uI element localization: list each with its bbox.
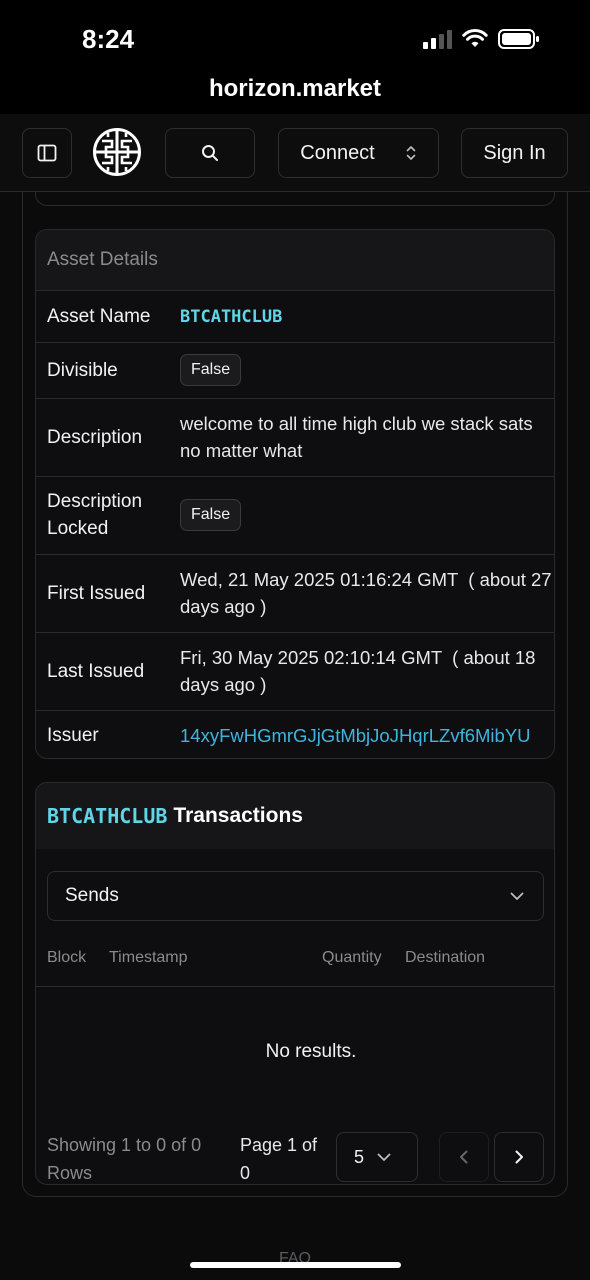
description-locked-label: Description Locked	[47, 491, 143, 539]
detail-row-description-locked: Description Locked False	[36, 476, 554, 554]
wifi-icon	[462, 29, 488, 47]
issuer-label: Issuer	[47, 725, 99, 746]
pagination-page-indicator: Page 1 of 0	[240, 1135, 318, 1183]
divisible-badge: False	[180, 354, 242, 386]
detail-row-last-issued: Last Issued Fri, 30 May 2025 02:10:14 GM…	[36, 632, 554, 710]
chevron-left-icon	[460, 1150, 468, 1164]
column-header-destination[interactable]: Destination	[405, 949, 485, 967]
column-header-timestamp[interactable]: Timestamp	[109, 949, 188, 967]
search-icon	[202, 145, 218, 161]
description-label: Description	[47, 427, 143, 448]
transaction-type-value: Sends	[65, 885, 119, 906]
detail-row-divisible: Divisible False	[36, 342, 554, 398]
page-size-select[interactable]: 5	[336, 1132, 418, 1182]
empty-table-message: No results.	[265, 1041, 357, 1062]
column-header-block[interactable]: Block	[47, 949, 86, 967]
description-locked-badge: False	[180, 499, 242, 531]
asset-details-title: Asset Details	[47, 249, 158, 270]
first-issued-value: Wed, 21 May 2025 01:16:24 GMT ( about 27…	[180, 569, 552, 617]
previous-card-edge	[35, 192, 555, 206]
site-header: Connect Sign In	[0, 114, 590, 192]
chevron-right-icon	[515, 1150, 523, 1164]
description-locked-value: False	[180, 499, 552, 531]
asset-details-card: Asset Details Asset Name BTCATHCLUB Divi…	[35, 229, 555, 759]
status-time: 8:24	[82, 24, 135, 54]
search-button[interactable]	[165, 128, 255, 178]
description-value: welcome to all time high club we stack s…	[180, 413, 533, 461]
divisible-value: False	[180, 354, 552, 386]
last-issued-label: Last Issued	[47, 661, 145, 682]
asset-name-label: Asset Name	[47, 306, 151, 327]
cellular-signal-icon	[423, 29, 452, 49]
column-header-quantity[interactable]: Quantity	[322, 949, 382, 967]
asset-name-value: BTCATHCLUB	[180, 307, 283, 327]
status-icons	[423, 28, 540, 50]
chevron-down-icon	[377, 1153, 391, 1161]
chevron-up-down-icon	[406, 146, 416, 160]
transactions-asset-name: BTCATHCLUB	[47, 804, 168, 828]
transactions-card: BTCATHCLUB Transactions Sends Block Time…	[35, 782, 555, 1185]
detail-row-asset-name: Asset Name BTCATHCLUB	[36, 290, 554, 342]
sidebar-icon	[37, 144, 57, 162]
divisible-label: Divisible	[47, 360, 118, 381]
transaction-type-select[interactable]: Sends	[47, 871, 544, 921]
transactions-header: BTCATHCLUB Transactions	[36, 783, 554, 849]
battery-icon	[498, 29, 539, 49]
connect-wallet-button[interactable]: Connect	[278, 128, 439, 178]
sign-in-label: Sign In	[483, 141, 546, 164]
last-issued-value: Fri, 30 May 2025 02:10:14 GMT ( about 18…	[180, 647, 541, 695]
detail-row-description: Description welcome to all time high clu…	[36, 398, 554, 476]
sign-in-button[interactable]: Sign In	[461, 128, 568, 178]
next-page-button[interactable]	[494, 1132, 544, 1182]
status-bar: 8:24	[0, 0, 590, 70]
first-issued-label: First Issued	[47, 583, 146, 604]
table-header-divider	[36, 986, 554, 987]
chevron-down-icon	[510, 892, 524, 900]
detail-row-first-issued: First Issued Wed, 21 May 2025 01:16:24 G…	[36, 554, 554, 632]
page-size-value: 5	[354, 1146, 365, 1167]
pagination-row-count: Showing 1 to 0 of 0 Rows	[47, 1135, 202, 1183]
connect-label: Connect	[300, 141, 375, 164]
sidebar-toggle-button[interactable]	[22, 128, 72, 178]
home-indicator[interactable]	[190, 1262, 401, 1268]
transactions-title: Transactions	[173, 804, 303, 827]
issuer-address-link[interactable]: 14xyFwHGmrGJjGtMbjJoJHqrLZvf6MibYU	[180, 722, 552, 749]
asset-details-header: Asset Details	[36, 230, 554, 290]
previous-page-button[interactable]	[439, 1132, 489, 1182]
detail-row-issuer: Issuer 14xyFwHGmrGJjGtMbjJoJHqrLZvf6MibY…	[36, 710, 554, 758]
url-text: horizon.market	[208, 75, 382, 102]
address-bar[interactable]: horizon.market	[0, 70, 590, 114]
horizon-logo-icon[interactable]	[92, 127, 142, 177]
